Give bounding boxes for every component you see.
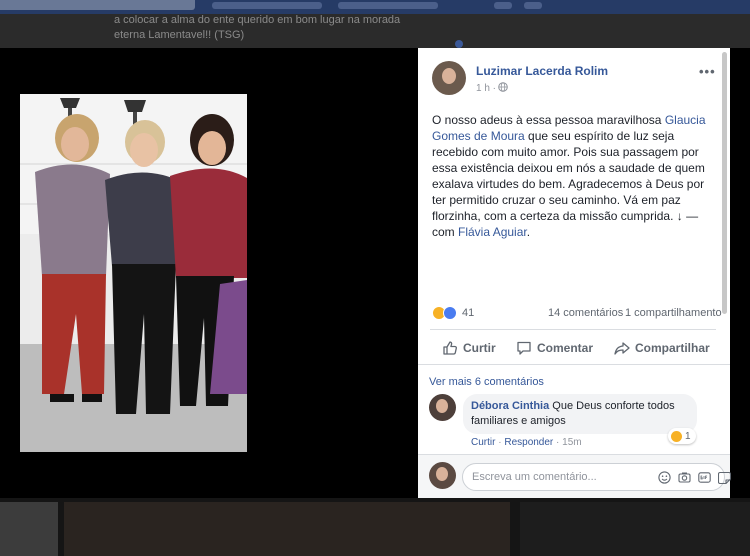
view-more-comments-link[interactable]: Ver mais 6 comentários [429,376,544,388]
like-button[interactable]: Curtir [442,339,496,357]
background-feed: a colocar a alma do ente querido em bom … [0,14,750,48]
emoji-icon[interactable] [658,471,671,484]
feed-reaction-icon [455,40,463,48]
divider [430,329,716,330]
sticker-icon[interactable] [718,471,731,484]
feed-text: a colocar a alma do ente querido em bom … [114,14,401,26]
share-button-label: Compartilhar [635,341,710,355]
author-name-link[interactable]: Luzimar Lacerda Rolim [476,64,608,78]
thumbs-up-icon [443,341,457,355]
commenter-name-link[interactable]: Débora Cinthia [471,400,549,412]
comment-reactions[interactable]: 1 [668,428,696,444]
post-timestamp[interactable]: 1 h · [476,83,496,94]
divider [418,364,730,365]
feed-text: eterna Lamentavel!! (TSG) [114,29,245,41]
background-photo [520,502,750,556]
share-count-link[interactable]: 1 compartilhamento [625,307,722,319]
post-side-panel: Luzimar Lacerda Rolim 1 h · ••• O nosso … [418,48,731,498]
comment-input[interactable] [472,469,632,485]
comment-like-link[interactable]: Curtir [471,437,495,448]
like-button-label: Curtir [463,341,496,355]
post-text-part: O nosso adeus à essa pessoa maravilhosa [432,113,665,127]
reaction-count: 41 [462,307,475,319]
camera-icon[interactable] [678,471,691,484]
comment-meta: Curtir · Responder · 15m [471,437,582,448]
nav-help-icon[interactable] [524,2,542,9]
speech-bubble-icon [517,341,531,355]
nav-home-link[interactable] [338,2,438,9]
tagged-friend-link[interactable]: Flávia Aguiar [458,225,527,239]
author-avatar[interactable] [432,61,466,95]
search-bar[interactable] [0,0,195,10]
share-button[interactable]: Compartilhar [614,339,710,357]
post-text-part: que seu espírito de luz seja recebido co… [432,129,705,239]
background-thumbnail [0,502,58,556]
comment-button[interactable]: Comentar [516,339,593,357]
comment-reply-link[interactable]: Responder [504,437,553,448]
background-feed-bottom [0,498,750,556]
comment-button-label: Comentar [537,341,594,355]
like-reaction-icon [443,306,457,320]
post-text-part: . [526,225,531,239]
background-photo [64,502,510,556]
current-user-avatar [429,462,456,489]
panel-scrollbar[interactable] [722,52,727,314]
sad-reaction-icon [671,430,682,442]
comment-reaction-count: 1 [685,430,691,442]
nav-profile-link[interactable] [212,2,322,9]
comment-input-box[interactable] [462,463,731,491]
comment-time[interactable]: 15m [562,437,581,448]
post-text: O nosso adeus à essa pessoa maravilhosa … [432,112,717,240]
more-options-icon[interactable]: ••• [699,64,716,79]
facebook-top-bar [0,0,750,14]
gif-icon[interactable] [698,471,711,484]
nav-notification-icon[interactable] [494,2,512,9]
comment-count-link[interactable]: 14 comentários [548,307,623,319]
share-arrow-icon [614,342,630,355]
post-photo [20,94,247,452]
commenter-avatar[interactable] [429,394,456,421]
globe-icon[interactable] [498,82,508,92]
comment-bubble: Débora Cinthia Que Deus conforte todos f… [463,394,697,434]
